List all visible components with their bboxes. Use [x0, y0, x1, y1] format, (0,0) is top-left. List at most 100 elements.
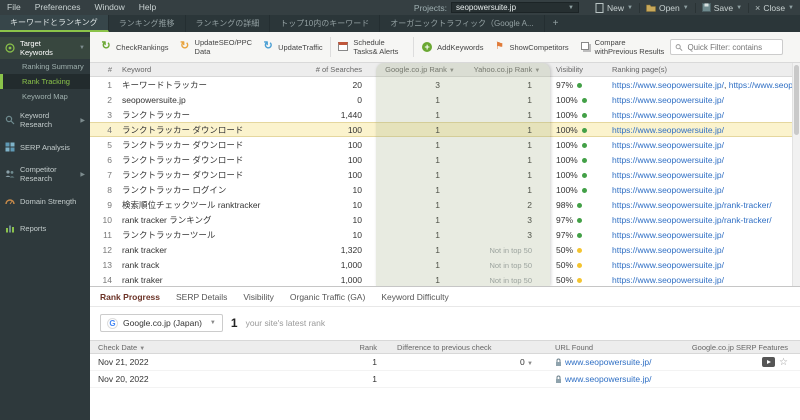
ranking-page-link[interactable]: https://www.seopowersuite.jp/ [612, 140, 724, 150]
table-row[interactable]: 12 rank tracker 1,320 1 Not in top 50 50% htt… [90, 242, 792, 257]
tab-organic-traffic-ga[interactable]: Organic Traffic (GA) [290, 292, 365, 302]
add-tab-button[interactable]: + [545, 15, 567, 32]
sidebar-item-ranking-summary[interactable]: Ranking Summary [0, 59, 90, 74]
sidebar-item-competitor-research[interactable]: Competitor Research ▶ [0, 163, 90, 185]
ranking-page-link[interactable]: https://www.seopowersuite.jp/ [612, 155, 724, 165]
ranking-page-link[interactable]: https://www.seopowersuite.jp/ [612, 170, 724, 180]
column-header-google-rank[interactable]: Google.co.jp Rank ▼ [376, 65, 464, 74]
gauge-icon [5, 199, 15, 205]
sidebar-item-domain-strength[interactable]: Domain Strength [0, 190, 90, 212]
table-row[interactable]: 13 rank track 1,000 1 Not in top 50 50% https… [90, 257, 792, 272]
ranking-page-link[interactable]: https://www.seopowersuite.jp/ [612, 230, 724, 240]
sidebar-item-target-keywords[interactable]: Target Keywords ▼ [0, 37, 90, 59]
ranking-page-link[interactable]: https://www.seopowersuite.jp/ [612, 245, 724, 255]
compare-previous-button[interactable]: Compare withPrevious Results [574, 36, 671, 58]
ranking-page-link[interactable]: https://www.seopowersuite.jp/rank-tracke… [729, 80, 792, 90]
column-header-rank[interactable]: Rank [328, 343, 383, 352]
tab-keyword-difficulty[interactable]: Keyword Difficulty [381, 292, 448, 302]
menu-help[interactable]: Help [132, 0, 163, 15]
sidebar-item-keyword-map[interactable]: Keyword Map [0, 89, 90, 104]
column-header-serp-features[interactable]: Google.co.jp SERP Features [670, 343, 800, 352]
tab-serp-details[interactable]: SERP Details [176, 292, 227, 302]
table-row[interactable]: 10 rank tracker ランキング 10 1 3 97% https://www.… [90, 212, 792, 227]
table-row[interactable]: 5 ランクトラッカー ダウンロード 100 1 1 100% https://www.se… [90, 137, 792, 152]
search-engine-select[interactable]: G Google.co.jp (Japan) ▼ [100, 314, 223, 332]
visibility-dot [582, 112, 588, 118]
show-competitors-button[interactable]: ⚑ ShowCompetitors [488, 39, 573, 55]
menu-file[interactable]: File [0, 0, 28, 15]
ranking-page-link[interactable]: https://www.seopowersuite.jp/rank-tracke… [612, 200, 772, 210]
menu-preferences[interactable]: Preferences [28, 0, 88, 15]
chevron-down-icon: ▼ [788, 4, 794, 11]
sidebar-item-keyword-research[interactable]: Keyword Research ▶ [0, 109, 90, 131]
yahoo-rank-cell: Not in top 50 [489, 275, 532, 285]
ranking-page-link[interactable]: https://www.seopowersuite.jp/ [612, 275, 724, 285]
vertical-scrollbar[interactable] [792, 63, 800, 286]
project-name: seopowersuite.jp [456, 3, 517, 12]
table-row[interactable]: 6 ランクトラッカー ダウンロード 100 1 1 100% https://www.se… [90, 152, 792, 167]
tab-ranking-progress[interactable]: ランキング推移 [109, 15, 186, 32]
tab-organic-traffic[interactable]: オーガニックトラフィック（Google A... [380, 15, 545, 32]
column-header-yahoo-rank[interactable]: Yahoo.co.jp Rank ▼ [464, 65, 550, 74]
ranking-page-link[interactable]: https://www.seopowersuite.jp/ [612, 125, 724, 135]
new-button[interactable]: New ▼ [589, 0, 639, 15]
column-header-check-date[interactable]: Check Date ▼ [90, 343, 328, 352]
update-seoppc-button[interactable]: ↻ UpdateSEO/PPC Data [174, 36, 258, 58]
tab-rank-progress[interactable]: Rank Progress [100, 292, 160, 302]
column-header-keyword[interactable]: Keyword [120, 65, 292, 74]
ranking-page-link[interactable]: https://www.seopowersuite.jp/ [612, 260, 724, 270]
tab-top10-keywords[interactable]: トップ10内のキーワード [270, 15, 381, 32]
column-header-ranking-pages[interactable]: Ranking page(s) [610, 65, 792, 74]
open-button[interactable]: Open ▼ [640, 0, 695, 15]
column-header-searches[interactable]: # of Searches [292, 65, 376, 74]
sidebar-item-reports[interactable]: Reports [0, 217, 90, 239]
table-row[interactable]: 8 ランクトラッカー ログイン 10 1 1 100% https://www.seopo… [90, 182, 792, 197]
menu-window[interactable]: Window [88, 0, 132, 15]
visibility-dot [577, 232, 583, 238]
add-keywords-button[interactable]: + AddKeywords [416, 40, 488, 54]
sidebar-item-serp-analysis[interactable]: SERP Analysis [0, 136, 90, 158]
ranking-page-link[interactable]: https://www.seopowersuite.jp/ [612, 80, 724, 90]
lock-icon [556, 358, 561, 366]
ranking-page-link[interactable]: https://www.seopowersuite.jp/rank-tracke… [612, 215, 772, 225]
column-header-difference[interactable]: Difference to previous check [383, 343, 543, 352]
google-rank-cell: 1 [435, 244, 440, 255]
tab-visibility[interactable]: Visibility [243, 292, 274, 302]
table-row[interactable]: 9 検索順位チェックツール ranktracker 10 1 2 98% https://… [90, 197, 792, 212]
tab-keywords-rankings[interactable]: キーワードとランキング [0, 15, 109, 32]
yahoo-rank-cell: 1 [527, 154, 532, 165]
column-header-number[interactable]: # [90, 65, 120, 74]
ranking-page-link[interactable]: https://www.seopowersuite.jp/ [612, 110, 724, 120]
schedule-tasks-button[interactable]: Schedule Tasks& Alerts [332, 36, 411, 58]
table-row[interactable]: 1 キーワードトラッカー 20 3 1 97% https://www.seopowers… [90, 77, 792, 92]
table-row[interactable]: 4 ランクトラッカー ダウンロード 100 1 1 100% https://www.se… [90, 122, 792, 137]
close-button[interactable]: × Close ▼ [749, 0, 800, 15]
scrollbar-thumb[interactable] [794, 65, 799, 135]
table-row[interactable]: 3 ランクトラッカー 1,440 1 1 100% https://www.seopowe… [90, 107, 792, 122]
table-row[interactable]: 11 ランクトラッカーツール 10 1 3 97% https://www.seopowe… [90, 227, 792, 242]
yahoo-rank-cell: 1 [527, 124, 532, 135]
url-found-link[interactable]: www.seopowersuite.jp/ [565, 374, 651, 384]
sidebar-item-rank-tracking[interactable]: Rank Tracking [0, 74, 90, 89]
table-row[interactable]: 2 seopowersuite.jp 0 1 1 100% https://www.seo… [90, 92, 792, 107]
table-row[interactable]: 7 ランクトラッカー ダウンロード 100 1 1 100% https://www.se… [90, 167, 792, 182]
table-row[interactable]: 14 rank traker 1,000 1 Not in top 50 50% http… [90, 272, 792, 286]
update-traffic-button[interactable]: ↻ UpdateTraffic [257, 38, 328, 55]
url-found-link[interactable]: www.seopowersuite.jp/ [565, 357, 651, 367]
ranking-page-link[interactable]: https://www.seopowersuite.jp/ [612, 185, 724, 195]
google-rank-cell: 1 [435, 184, 440, 195]
tab-ranking-details[interactable]: ランキングの詳細 [186, 15, 271, 32]
keyword-cell: ランクトラッカー ダウンロード [122, 139, 244, 150]
check-rankings-button[interactable]: ↻ CheckRankings [95, 38, 174, 55]
quick-filter-input[interactable] [687, 42, 778, 52]
row-number: 14 [102, 274, 112, 285]
visibility-cell: 98% [550, 200, 610, 210]
column-header-url-found[interactable]: URL Found [543, 343, 670, 352]
rank-progress-row[interactable]: Nov 21, 2022 1 0 ▼ www.seopowersuite.jp/ ☆ [90, 354, 800, 371]
column-header-visibility[interactable]: Visibility [550, 65, 610, 74]
ranking-page-link[interactable]: https://www.seopowersuite.jp/ [612, 95, 724, 105]
keyword-cell: ランクトラッカー ダウンロード [122, 124, 244, 135]
rank-progress-row[interactable]: Nov 20, 2022 1 www.seopowersuite.jp/ [90, 371, 800, 388]
project-select[interactable]: seopowersuite.jp ▼ [451, 2, 579, 13]
save-button[interactable]: Save ▼ [696, 0, 748, 15]
